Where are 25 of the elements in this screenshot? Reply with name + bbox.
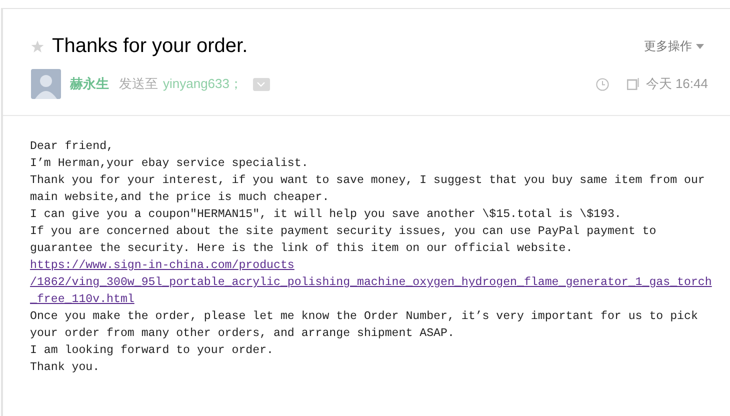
email-subject: Thanks for your order. — [52, 34, 248, 59]
body-line: Dear friend, — [30, 139, 114, 155]
body-line: Thank you. — [30, 360, 100, 376]
body-line: main website,and the price is much cheaper. — [30, 190, 330, 206]
expand-button[interactable] — [252, 78, 270, 90]
body-line: I am looking forward to your order. — [30, 343, 274, 359]
link[interactable]: /1862/ving_300w_95l_portable_acrylic_polishing_machine_oxygen_hydrogen_flame_generator_1_gas_torch — [30, 274, 712, 291]
sent-to-label: 发送至 — [119, 75, 158, 94]
body-line: guarantee the security. Here is the link of this item on our official website. — [30, 241, 573, 257]
window-icon[interactable] — [626, 78, 639, 90]
body-line: I can give you a coupon″HERMAN15″, it will help you save another \$15.total is \$193. — [30, 207, 622, 223]
link[interactable]: _free_110v.html — [30, 291, 134, 308]
body-line: I’m Herman,your ebay service specialist. — [30, 156, 308, 172]
more-actions-menu[interactable]: 更多操作 — [644, 37, 704, 55]
chevron-down-icon — [257, 82, 265, 86]
body-line: Once you make the order, please let me know the Order Number, it’s very important for us to pick — [30, 309, 698, 325]
star-icon[interactable] — [31, 40, 44, 52]
clock-icon[interactable] — [596, 78, 609, 90]
email-date: 今天 16:44 — [646, 75, 708, 94]
link[interactable]: https://www.sign-in-china.com/products — [30, 257, 294, 274]
avatar-icon — [31, 69, 61, 99]
body-line: your order from many other orders, and arrange shipment ASAP. — [30, 326, 454, 342]
body-line: Thank you for your interest, if you want to save money, I suggest that you buy same item from our — [30, 173, 705, 189]
caret-icon — [696, 44, 704, 48]
body-line: If you are concerned about the site payment security issues, you can use PayPal payment to — [30, 224, 656, 240]
